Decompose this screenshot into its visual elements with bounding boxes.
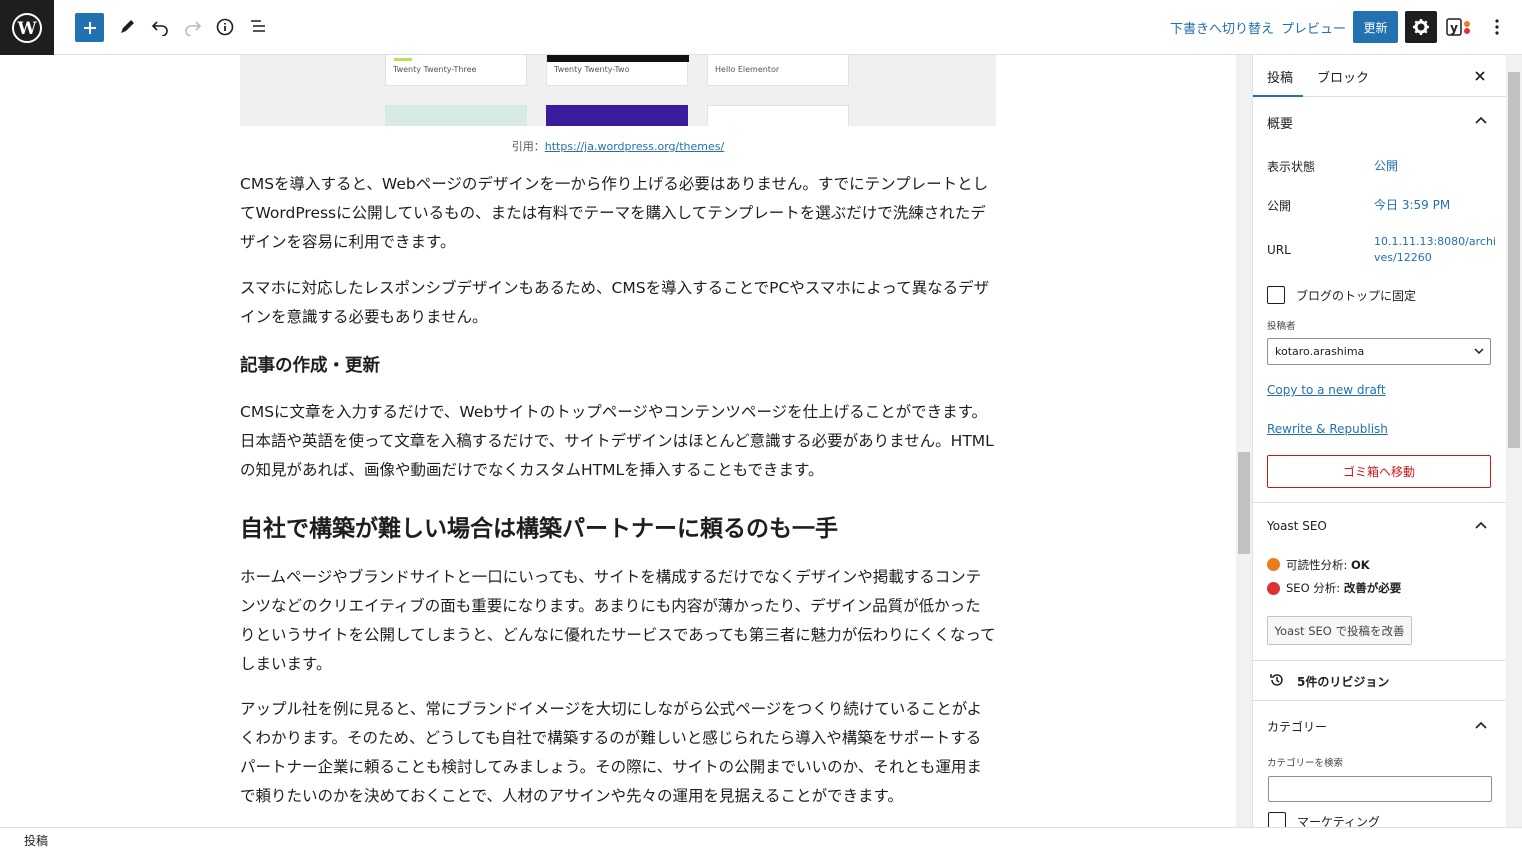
readability-status: 可読性分析: OK (1286, 557, 1370, 573)
move-to-trash-button[interactable]: ゴミ箱へ移動 (1267, 455, 1491, 488)
theme-thumbnail: Twenty Twenty-Two (546, 55, 689, 86)
category-item-label: マーケティング (1297, 815, 1381, 827)
theme-screenshot-image[interactable]: Twenty Twenty-Three Twenty Twenty-Two He… (240, 55, 996, 126)
chevron-up-icon[interactable] (1475, 521, 1487, 529)
improve-with-yoast-button[interactable]: Yoast SEO で投稿を改善 (1267, 616, 1412, 645)
panel-divider (1253, 502, 1506, 503)
tab-post[interactable]: 投稿 (1267, 67, 1293, 86)
publish-date-value[interactable]: 今日 3:59 PM (1374, 196, 1450, 213)
svg-text:y: y (1450, 21, 1458, 35)
editor-canvas[interactable]: Twenty Twenty-Three Twenty Twenty-Two He… (0, 55, 1236, 827)
info-icon[interactable] (210, 12, 240, 42)
breadcrumb-post[interactable]: 投稿 (24, 832, 48, 849)
chevron-down-icon (1474, 348, 1484, 355)
chevron-up-icon[interactable] (1475, 116, 1487, 124)
block-breadcrumb-bar: 投稿 (0, 827, 1522, 850)
undo-icon[interactable] (145, 12, 175, 42)
close-icon[interactable] (1474, 70, 1486, 82)
paragraph-block[interactable]: CMSを導入すると、Webページのデザインを一から作り上げる必要はありません。す… (240, 170, 996, 257)
add-block-button[interactable] (75, 13, 104, 42)
editor-scrollbar-thumb[interactable] (1238, 452, 1250, 554)
sticky-checkbox[interactable] (1267, 286, 1285, 304)
top-toolbar: W 下書きへ切り替え プレビュー 更新 y (0, 0, 1522, 55)
edit-tools-icon[interactable] (112, 12, 142, 42)
list-view-icon[interactable] (243, 12, 273, 42)
switch-to-draft-link[interactable]: 下書きへ切り替え (1170, 18, 1274, 37)
panel-divider (1253, 660, 1506, 661)
readability-smiley-icon (1267, 558, 1280, 571)
panel-divider (1253, 700, 1506, 701)
chevron-up-icon[interactable] (1475, 721, 1487, 729)
category-search-label: カテゴリーを検索 (1267, 758, 1344, 769)
rewrite-republish-link[interactable]: Rewrite & Republish (1267, 422, 1388, 436)
svg-text:W: W (16, 19, 37, 39)
author-value: kotaro.arashima (1275, 345, 1365, 358)
active-tab-indicator (1253, 95, 1303, 97)
theme-thumbnail: Twenty Twenty-Three (385, 55, 527, 86)
revisions-link[interactable]: 5件のリビジョン (1297, 673, 1389, 690)
category-panel-title[interactable]: カテゴリー (1267, 718, 1327, 735)
sidebar-scrollbar-thumb[interactable] (1508, 72, 1520, 448)
update-button[interactable]: 更新 (1353, 11, 1398, 43)
author-label: 投稿者 (1267, 321, 1296, 332)
settings-sidebar: 投稿 ブロック 概要 表示状態 公開 公開 今日 3:59 PM URL 10.… (1252, 55, 1506, 827)
heading-block[interactable]: 記事の作成・更新 (240, 352, 380, 377)
redo-icon[interactable] (178, 12, 208, 42)
visibility-label: 表示状態 (1267, 160, 1316, 174)
readability-value: OK (1351, 558, 1370, 572)
yoast-panel-title[interactable]: Yoast SEO (1267, 519, 1327, 533)
summary-panel-title[interactable]: 概要 (1267, 113, 1293, 132)
copy-to-draft-link[interactable]: Copy to a new draft (1267, 383, 1386, 397)
preview-link[interactable]: プレビュー (1281, 18, 1346, 37)
publish-label: 公開 (1267, 199, 1292, 213)
url-value-line: 10.1.11.13:8080/archi (1374, 235, 1496, 248)
image-caption: 引用：https://ja.wordpress.org/themes/ (240, 138, 996, 154)
theme-thumbnail (707, 105, 849, 126)
category-checkbox[interactable] (1268, 812, 1286, 827)
yoast-icon[interactable]: y (1444, 12, 1474, 42)
theme-name: Twenty Twenty-Two (554, 65, 630, 74)
url-value[interactable]: 10.1.11.13:8080/archi ves/12260 (1374, 234, 1496, 266)
visibility-value[interactable]: 公開 (1374, 157, 1398, 174)
heading-block[interactable]: 自社で構築が難しい場合は構築パートナーに頼るのも一手 (240, 509, 838, 543)
wordpress-logo-icon[interactable]: W (0, 0, 54, 55)
caption-link[interactable]: https://ja.wordpress.org/themes/ (545, 140, 724, 153)
paragraph-block[interactable]: CMSに文章を入力するだけで、Webサイトのトップページやコンテンツページを仕上… (240, 398, 996, 485)
category-search-input[interactable] (1268, 776, 1492, 802)
paragraph-block[interactable]: スマホに対応したレスポンシブデザインもあるため、CMSを導入することでPCやスマ… (240, 274, 996, 332)
sidebar-tabs: 投稿 ブロック (1253, 55, 1506, 97)
paragraph-block[interactable]: アップル社を例に見ると、常にブランドイメージを大切にしながら公式ページをつくり続… (240, 695, 996, 811)
seo-value: 改善が必要 (1343, 581, 1402, 595)
paragraph-block[interactable]: ホームページやブランドサイトと一口にいっても、サイトを構成するだけでなくデザイン… (240, 563, 996, 679)
author-select[interactable]: kotaro.arashima (1267, 338, 1491, 365)
sticky-label: ブログのトップに固定 (1296, 289, 1417, 303)
seo-sad-face-icon (1267, 582, 1280, 595)
caption-prefix: 引用： (511, 140, 545, 153)
revisions-history-icon (1270, 674, 1283, 686)
seo-prefix: SEO 分析: (1286, 581, 1344, 595)
tab-block[interactable]: ブロック (1317, 67, 1369, 86)
url-label: URL (1267, 243, 1291, 257)
seo-status: SEO 分析: 改善が必要 (1286, 580, 1401, 596)
readability-prefix: 可読性分析: (1286, 558, 1352, 572)
settings-gear-icon[interactable] (1405, 11, 1437, 43)
editor-scrollbar[interactable] (1236, 55, 1252, 827)
theme-name: Hello Elementor (715, 65, 780, 74)
theme-thumbnail: Hello Elementor (707, 55, 849, 86)
options-menu-icon[interactable] (1482, 12, 1512, 42)
theme-thumbnail (546, 105, 688, 126)
theme-thumbnail (385, 105, 527, 126)
theme-name: Twenty Twenty-Three (393, 65, 477, 74)
url-value-line: ves/12260 (1374, 251, 1432, 264)
